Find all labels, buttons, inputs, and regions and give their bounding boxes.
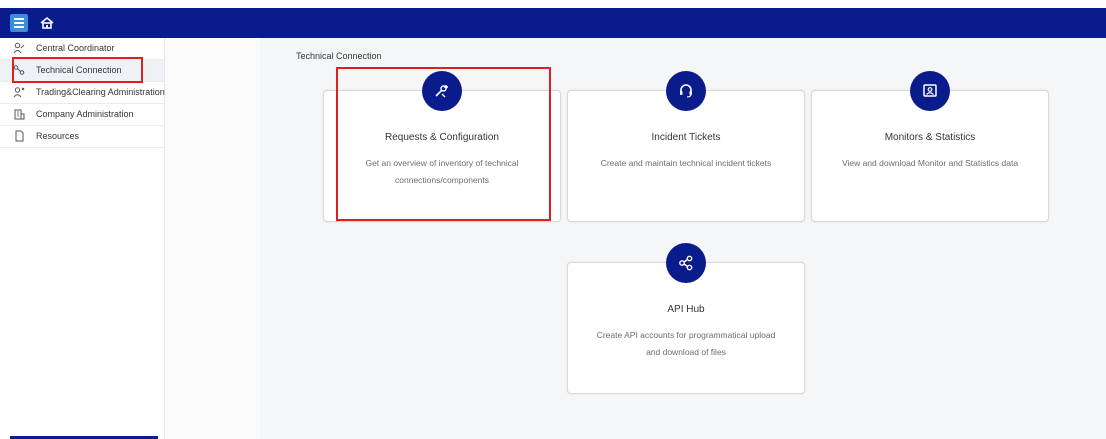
home-icon[interactable] [38, 14, 56, 32]
sidebar-item-central-coordinator[interactable]: Central Coordinator [0, 38, 164, 60]
tile-description: Get an overview of inventory of technica… [365, 158, 519, 185]
building-icon [14, 109, 25, 120]
shell-bar [0, 8, 1106, 38]
tile-description: Create and maintain technical incident t… [600, 158, 772, 168]
document-icon [15, 130, 24, 142]
sidebar-item-label: Trading&Clearing Administration [36, 87, 165, 97]
tile-title: Requests & Configuration [385, 132, 499, 143]
headset-icon [666, 71, 706, 111]
tools-icon [422, 71, 462, 111]
sidebar-item-trading-clearing-administration[interactable]: Trading&Clearing Administration [0, 82, 165, 104]
tile-title: Incident Tickets [651, 132, 721, 143]
sidebar-item-label: Technical Connection [36, 65, 122, 75]
sidebar-item-label: Central Coordinator [36, 43, 115, 53]
tile-description: View and download Monitor and Statistics… [841, 158, 1019, 168]
sidebar-item-resources[interactable]: Resources [0, 126, 164, 148]
tile-description: Create API accounts for programmatical u… [596, 330, 776, 357]
monitor-icon [910, 71, 950, 111]
connection-icon [13, 65, 25, 75]
sidebar-nav: Central Coordinator Technical Connection… [0, 38, 165, 439]
sidebar-item-technical-connection[interactable]: Technical Connection [0, 60, 164, 82]
sidebar-item-label: Company Administration [36, 109, 134, 119]
hamburger-menu-icon[interactable] [10, 14, 28, 32]
sidebar-item-label: Resources [36, 131, 80, 141]
tile-title: Monitors & Statistics [884, 132, 976, 143]
content-gutter [165, 38, 260, 439]
user-admin-icon [13, 87, 25, 98]
person-coordinator-icon [13, 42, 25, 54]
share-network-icon [666, 243, 706, 283]
tile-title: API Hub [667, 304, 705, 315]
page-title: Technical Connection [296, 51, 382, 61]
sidebar-item-company-administration[interactable]: Company Administration [0, 104, 164, 126]
